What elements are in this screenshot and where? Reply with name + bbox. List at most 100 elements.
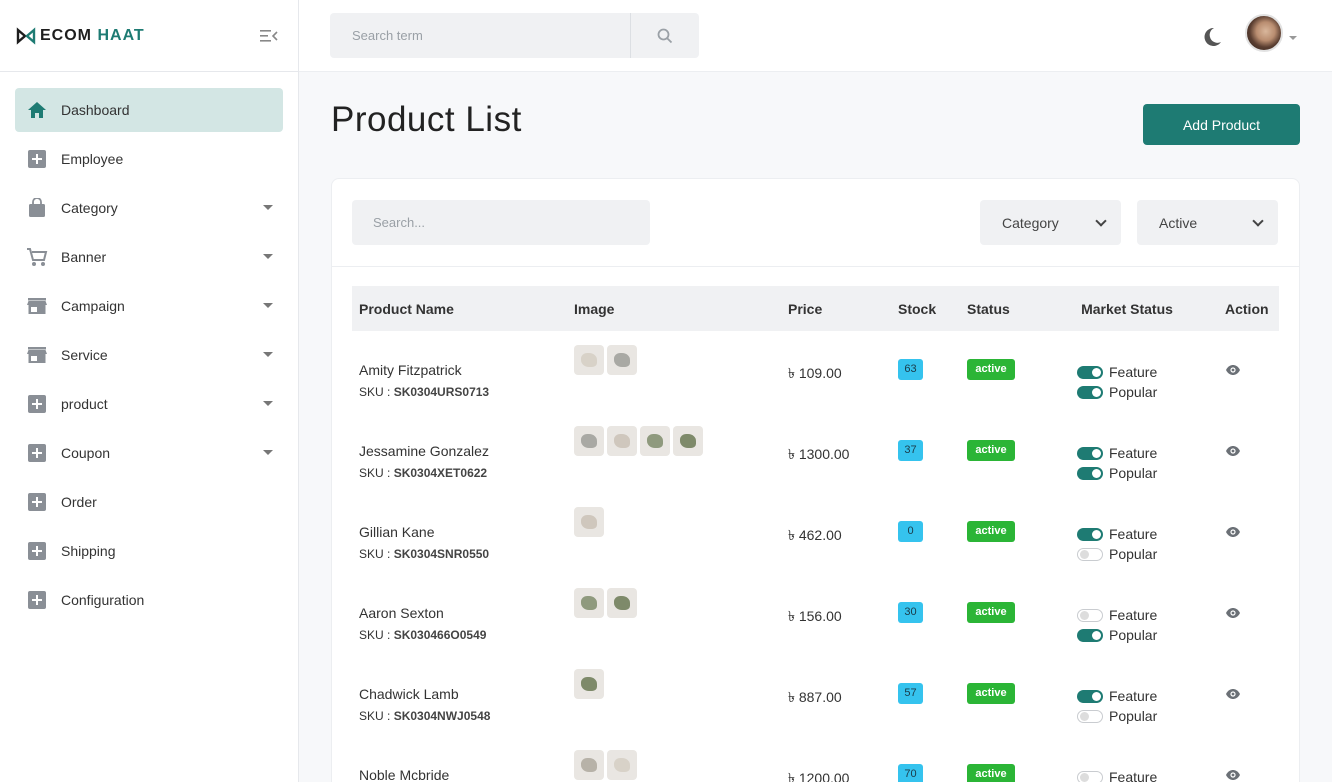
sidebar-item-service[interactable]: Service (15, 333, 283, 377)
header-product-name[interactable]: Product Name (352, 286, 567, 331)
view-eye-icon[interactable] (1225, 686, 1241, 702)
sidebar-collapse-icon[interactable] (260, 28, 278, 44)
feature-toggle[interactable] (1077, 365, 1103, 379)
stock-badge: 37 (898, 440, 923, 461)
product-stock-cell: 70 (891, 736, 960, 782)
sidebar-item-label: Dashboard (61, 102, 130, 118)
caret-down-icon[interactable] (263, 254, 273, 259)
view-eye-icon[interactable] (1225, 605, 1241, 621)
product-status-cell: active (960, 736, 1054, 782)
caret-down-icon[interactable] (263, 450, 273, 455)
status-badge: active (967, 521, 1015, 542)
popular-label: Popular (1109, 627, 1158, 643)
feature-status: Feature (1054, 605, 1200, 625)
product-thumbnail[interactable] (574, 507, 604, 537)
filter-bar: Category Active (332, 179, 1299, 267)
market-status-cell: Feature (1054, 736, 1200, 782)
plus-box-icon (25, 490, 49, 514)
user-avatar[interactable] (1245, 14, 1283, 52)
feature-toggle[interactable] (1077, 689, 1103, 703)
sidebar: ECOM HAAT Dashboard Employee Category Banne… (0, 0, 299, 782)
product-list-card: Category Active Product Name Image Price… (331, 178, 1300, 782)
view-eye-icon[interactable] (1225, 443, 1241, 459)
feature-status: Feature (1054, 767, 1200, 782)
sidebar-item-product[interactable]: product (15, 382, 283, 426)
product-thumbnail[interactable] (574, 669, 604, 699)
feature-toggle[interactable] (1077, 527, 1103, 541)
product-stock-cell: 37 (891, 412, 960, 493)
feature-label: Feature (1109, 688, 1158, 704)
caret-down-icon[interactable] (263, 401, 273, 406)
category-select[interactable]: Category (980, 200, 1121, 245)
sidebar-item-configuration[interactable]: Configuration (15, 578, 283, 622)
sidebar-item-banner[interactable]: Banner (15, 235, 283, 279)
action-cell (1200, 655, 1279, 736)
sidebar-item-shipping[interactable]: Shipping (15, 529, 283, 573)
feature-toggle[interactable] (1077, 446, 1103, 460)
caret-down-icon[interactable] (263, 205, 273, 210)
product-thumbnail[interactable] (607, 345, 637, 375)
product-image-cell (567, 736, 781, 782)
add-product-button[interactable]: Add Product (1143, 104, 1300, 145)
feature-toggle[interactable] (1077, 608, 1103, 622)
product-price: ৳ 109.00 (788, 365, 842, 381)
sidebar-item-coupon[interactable]: Coupon (15, 431, 283, 475)
product-thumbnail[interactable] (574, 345, 604, 375)
product-name-cell: Amity Fitzpatrick SKU : SK0304URS0713 (352, 331, 567, 412)
product-status-cell: active (960, 412, 1054, 493)
global-search-input[interactable] (330, 13, 630, 58)
sidebar-item-dashboard[interactable]: Dashboard (15, 88, 283, 132)
popular-label: Popular (1109, 384, 1158, 400)
header-stock[interactable]: Stock (891, 286, 960, 331)
sidebar-item-label: Category (61, 200, 118, 216)
product-thumbnail[interactable] (607, 750, 637, 780)
caret-down-icon[interactable] (263, 352, 273, 357)
market-status-cell: Feature Popular (1054, 412, 1200, 493)
sidebar-item-campaign[interactable]: Campaign (15, 284, 283, 328)
feature-toggle[interactable] (1077, 770, 1103, 782)
action-cell (1200, 493, 1279, 574)
sidebar-item-order[interactable]: Order (15, 480, 283, 524)
feature-status: Feature (1054, 524, 1200, 544)
sidebar-item-employee[interactable]: Employee (15, 137, 283, 181)
view-eye-icon[interactable] (1225, 524, 1241, 540)
header-status[interactable]: Status (960, 286, 1054, 331)
product-thumbnail[interactable] (607, 588, 637, 618)
topbar (299, 0, 1332, 72)
product-thumbnail[interactable] (574, 588, 604, 618)
popular-toggle[interactable] (1077, 628, 1103, 642)
product-status-cell: active (960, 493, 1054, 574)
product-thumbnail[interactable] (574, 750, 604, 780)
product-status-cell: active (960, 655, 1054, 736)
product-image-cell (567, 574, 781, 655)
feature-status: Feature (1054, 362, 1200, 382)
header-price[interactable]: Price (781, 286, 891, 331)
category-select-value: Category (1002, 214, 1059, 231)
stock-badge: 63 (898, 359, 923, 380)
global-search-button[interactable] (630, 13, 699, 58)
product-search-input[interactable] (352, 200, 650, 245)
popular-toggle[interactable] (1077, 709, 1103, 723)
view-eye-icon[interactable] (1225, 767, 1241, 782)
status-select[interactable]: Active (1137, 200, 1278, 245)
sidebar-item-category[interactable]: Category (15, 186, 283, 230)
bag-icon (25, 196, 49, 220)
sidebar-item-label: Shipping (61, 543, 116, 559)
popular-toggle[interactable] (1077, 385, 1103, 399)
product-thumbnail[interactable] (574, 426, 604, 456)
popular-status: Popular (1054, 463, 1200, 483)
product-stock-cell: 57 (891, 655, 960, 736)
product-thumbnail[interactable] (673, 426, 703, 456)
caret-down-icon[interactable] (263, 303, 273, 308)
plus-box-icon (25, 392, 49, 416)
feature-status: Feature (1054, 443, 1200, 463)
feature-label: Feature (1109, 607, 1158, 623)
popular-toggle[interactable] (1077, 547, 1103, 561)
theme-toggle-moon-icon[interactable] (1201, 26, 1223, 48)
product-thumbnail[interactable] (640, 426, 670, 456)
product-thumbnail[interactable] (607, 426, 637, 456)
popular-toggle[interactable] (1077, 466, 1103, 480)
view-eye-icon[interactable] (1225, 362, 1241, 378)
table-row: Chadwick Lamb SKU : SK0304NWJ0548 ৳ 887.00… (352, 655, 1279, 736)
chevron-down-icon[interactable] (1289, 36, 1297, 40)
